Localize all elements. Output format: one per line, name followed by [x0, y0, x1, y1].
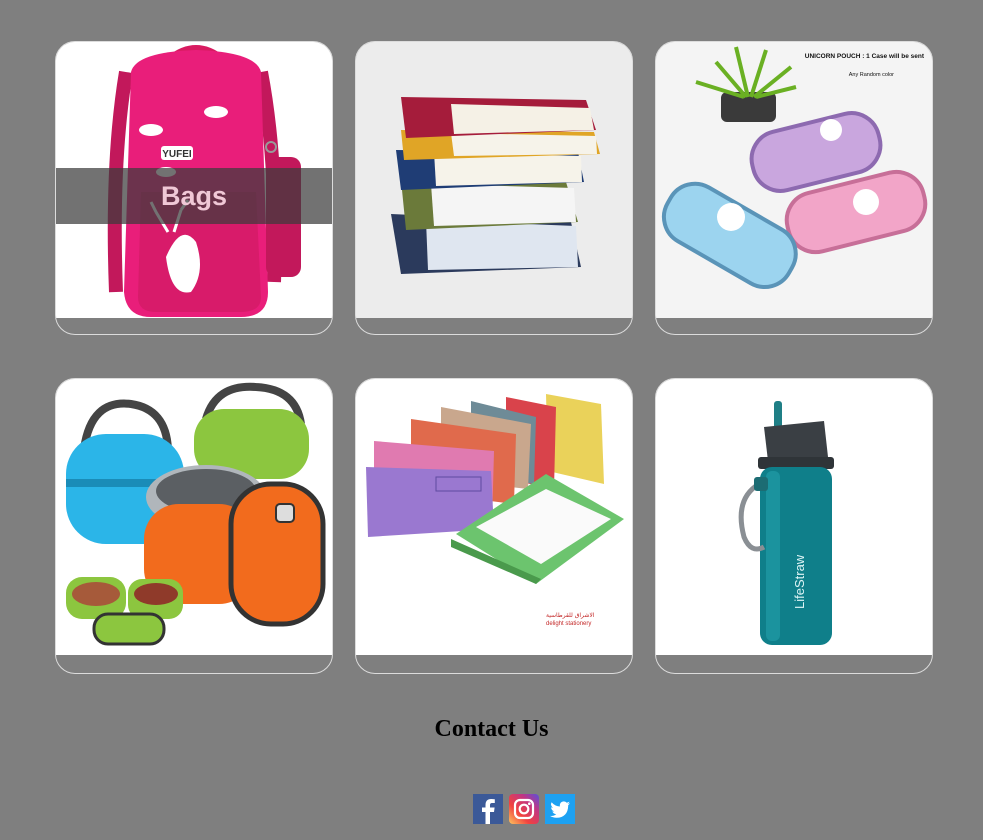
category-card-lunch-boxes[interactable] [55, 378, 333, 674]
facebook-icon[interactable] [473, 794, 503, 824]
category-label-overlay[interactable]: Bags [56, 168, 332, 224]
svg-text:الاشراق للقرطاسية: الاشراق للقرطاسية [546, 612, 595, 619]
svg-text:delight stationery: delight stationery [546, 621, 591, 627]
twitter-icon[interactable] [545, 794, 575, 824]
lunch-boxes-image [56, 379, 332, 655]
contact-us-heading: Contact Us [434, 716, 549, 742]
category-card-bags[interactable]: YUFEI Bags [55, 41, 333, 335]
category-grid: YUFEI Bags UNICORN POUCH: 1 Case will b… [55, 41, 933, 674]
category-card-folders[interactable]: الاشراق للقرطاسية delight stationery [355, 378, 633, 674]
category-card-pencil-cases[interactable]: UNICORN POUCH : 1 Case will be sent Any … [655, 41, 933, 335]
svg-text:LifeStraw: LifeStraw [792, 554, 807, 609]
svg-text:YUFEI: YUFEI [162, 149, 192, 160]
svg-text:Any Random color: Any Random color [849, 72, 894, 78]
category-label: Bags [160, 180, 228, 211]
document-folders-image: الاشراق للقرطاسية delight stationery [356, 379, 632, 655]
svg-text:UNICORN POUCH : 1 Case will be: UNICORN POUCH : 1 Case will be sent [805, 53, 925, 60]
social-links [473, 794, 575, 824]
category-card-water-bottle[interactable]: LifeStraw [655, 378, 933, 674]
book-stack-image [356, 42, 632, 318]
category-card-books[interactable] [355, 41, 633, 335]
unicorn-pencil-cases-image: UNICORN POUCH : 1 Case will be sent Any … [656, 42, 932, 318]
water-bottle-image: LifeStraw [656, 379, 932, 655]
instagram-icon[interactable] [509, 794, 539, 824]
